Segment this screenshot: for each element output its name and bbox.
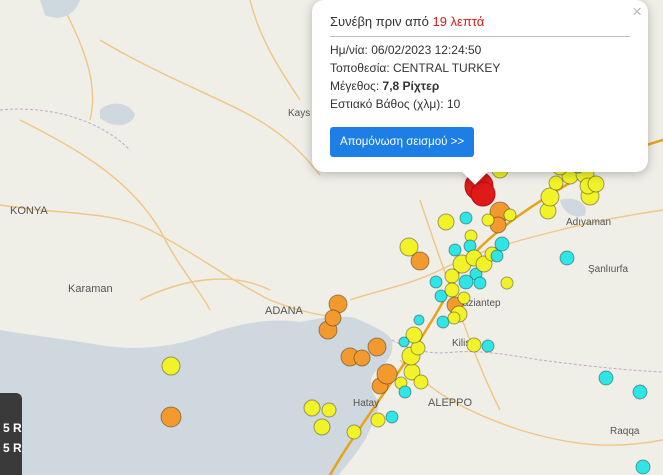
earthquake-marker[interactable]	[587, 175, 605, 193]
popup-divider	[330, 36, 630, 37]
earthquake-marker[interactable]	[494, 236, 510, 252]
earthquake-marker[interactable]	[459, 211, 473, 225]
popup-headline: Συνέβη πριν από 19 λεπτά	[330, 14, 632, 29]
location-row: Τοποθεσία: CENTRAL TURKEY	[330, 59, 632, 77]
city-label-aleppo: ALEPPO	[428, 397, 472, 409]
earthquake-marker[interactable]	[548, 175, 564, 191]
earthquake-marker[interactable]	[313, 418, 331, 436]
main-earthquake-marker[interactable]	[470, 181, 496, 207]
earthquake-marker[interactable]	[457, 291, 471, 305]
earthquake-marker[interactable]	[473, 276, 487, 290]
earthquake-marker[interactable]	[370, 412, 386, 428]
depth-label: Εστιακό Βάθος (χλμ):	[330, 97, 444, 111]
city-label-konya: KONYA	[10, 205, 48, 217]
magnitude-value: 7,8 Ρίχτερ	[382, 79, 440, 93]
earthquake-marker[interactable]	[353, 349, 371, 367]
earthquake-marker[interactable]	[398, 336, 410, 348]
earthquake-marker[interactable]	[161, 356, 181, 376]
earthquake-marker[interactable]	[632, 384, 648, 400]
city-label-karaman: Karaman	[68, 283, 113, 295]
earthquake-marker[interactable]	[540, 187, 560, 207]
earthquake-marker[interactable]	[500, 276, 514, 290]
earthquake-marker[interactable]	[458, 274, 474, 290]
earthquake-marker[interactable]	[490, 249, 504, 263]
earthquake-marker[interactable]	[448, 243, 462, 257]
earthquake-marker[interactable]	[429, 275, 443, 289]
earthquake-popup: × Συνέβη πριν από 19 λεπτά Ημ/νία: 06/02…	[312, 0, 648, 185]
date-row: Ημ/νία: 06/02/2023 12:24:50	[330, 41, 632, 59]
sea-area	[0, 316, 393, 475]
location-label: Τοποθεσία:	[330, 61, 390, 75]
earthquake-marker[interactable]	[367, 337, 387, 357]
depth-row: Εστιακό Βάθος (χλμ): 10	[330, 95, 632, 113]
isolate-earthquake-button[interactable]: Απομόνωση σεισμού >>	[330, 127, 474, 157]
earthquake-marker[interactable]	[385, 410, 399, 424]
earthquake-marker[interactable]	[413, 314, 425, 326]
earthquake-marker[interactable]	[303, 399, 321, 417]
earthquake-marker[interactable]	[447, 311, 461, 325]
city-label-sanliurfa: Şanlıurfa	[588, 264, 628, 275]
earthquake-marker[interactable]	[635, 459, 651, 475]
magnitude-row: Μέγεθος: 7,8 Ρίχτερ	[330, 77, 632, 95]
earthquake-marker[interactable]	[413, 374, 429, 390]
magnitude-label: Μέγεθος:	[330, 79, 380, 93]
earthquake-marker[interactable]	[481, 339, 495, 353]
earthquake-marker[interactable]	[346, 424, 362, 440]
earthquake-marker[interactable]	[559, 250, 575, 266]
city-label-hatay: Hatay	[353, 398, 379, 409]
headline-prefix: Συνέβη πριν από	[330, 14, 429, 29]
location-value: CENTRAL TURKEY	[393, 61, 501, 75]
date-label: Ημ/νία:	[330, 43, 368, 57]
earthquake-marker[interactable]	[503, 208, 517, 222]
earthquake-marker[interactable]	[466, 337, 482, 353]
city-label-adana: ADANA	[265, 305, 304, 317]
legend-line-2: 5 R	[3, 441, 22, 455]
headline-time: 19 λεπτά	[432, 14, 485, 29]
date-value: 06/02/2023 12:24:50	[371, 43, 482, 57]
city-label-kays: Kays	[288, 108, 310, 119]
earthquake-marker[interactable]	[376, 363, 398, 385]
close-icon[interactable]: ×	[632, 2, 642, 22]
city-label-raqqa: Raqqa	[610, 426, 640, 437]
earthquake-marker[interactable]	[444, 282, 460, 298]
magnitude-legend: 5 R 5 R	[0, 393, 22, 475]
earthquake-marker[interactable]	[598, 370, 614, 386]
city-label-adiyaman: Adıyaman	[566, 217, 611, 228]
earthquake-marker[interactable]	[410, 251, 430, 271]
earthquake-marker[interactable]	[437, 213, 455, 231]
earthquake-marker[interactable]	[324, 309, 342, 327]
earthquake-marker[interactable]	[436, 315, 450, 329]
legend-line-1: 5 R	[3, 421, 22, 435]
earthquake-marker[interactable]	[444, 268, 460, 284]
earthquake-marker[interactable]	[160, 406, 182, 428]
earthquake-marker[interactable]	[398, 385, 412, 399]
earthquake-marker[interactable]	[481, 213, 495, 227]
earthquake-marker[interactable]	[321, 402, 337, 418]
depth-value: 10	[446, 97, 461, 111]
